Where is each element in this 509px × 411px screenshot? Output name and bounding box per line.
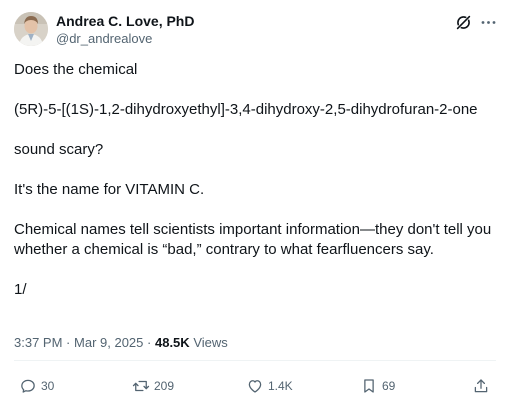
reply-icon — [21, 379, 35, 393]
meta-separator: · — [147, 335, 152, 350]
post-paragraph: (5R)-5-[(1S)-1,2-dihydroxyethyl]-3,4-dih… — [14, 101, 478, 118]
bookmark-button[interactable]: 69 — [360, 373, 395, 399]
action-bar: 30 209 1.4K 69 — [0, 373, 509, 399]
tweet-card: Andrea C. Love, PhD @dr_andrealove Does … — [0, 0, 509, 411]
bookmark-count: 69 — [382, 379, 396, 393]
post-text: Does the chemical (5R)-5-[(1S)-1,2-dihyd… — [14, 60, 496, 320]
grok-icon[interactable] — [455, 14, 472, 31]
retweet-icon — [132, 380, 150, 392]
share-button[interactable] — [472, 373, 490, 399]
post-time[interactable]: 3:37 PM — [14, 335, 62, 350]
post-paragraph: Does the chemical — [14, 61, 138, 78]
reply-count: 30 — [41, 379, 55, 393]
avatar[interactable] — [14, 12, 48, 46]
views-label: Views — [193, 335, 228, 350]
post-paragraph: 1/ — [14, 281, 27, 298]
retweet-button[interactable]: 209 — [132, 373, 174, 399]
like-count: 1.4K — [268, 379, 293, 393]
like-button[interactable]: 1.4K — [246, 373, 293, 399]
divider — [14, 360, 496, 361]
more-icon[interactable] — [480, 14, 497, 31]
author-display-name[interactable]: Andrea C. Love, PhD — [56, 13, 194, 29]
post-meta: 3:37 PM · Mar 9, 2025 · 48.5K Views — [14, 335, 228, 350]
bookmark-icon — [364, 379, 374, 393]
avatar-image — [14, 12, 48, 46]
retweet-count: 209 — [154, 379, 175, 393]
views-count: 48.5K — [154, 335, 190, 350]
share-icon — [474, 379, 488, 393]
meta-separator: · — [66, 335, 71, 350]
post-paragraph: sound scary? — [14, 141, 104, 158]
heart-icon — [248, 380, 262, 393]
reply-button[interactable]: 30 — [19, 373, 54, 399]
post-paragraph: It's the name for VITAMIN C. — [14, 181, 205, 198]
author-handle[interactable]: @dr_andrealove — [56, 31, 152, 46]
post-date[interactable]: Mar 9, 2025 — [74, 335, 143, 350]
post-paragraph: Chemical names tell scientists important… — [14, 221, 492, 258]
